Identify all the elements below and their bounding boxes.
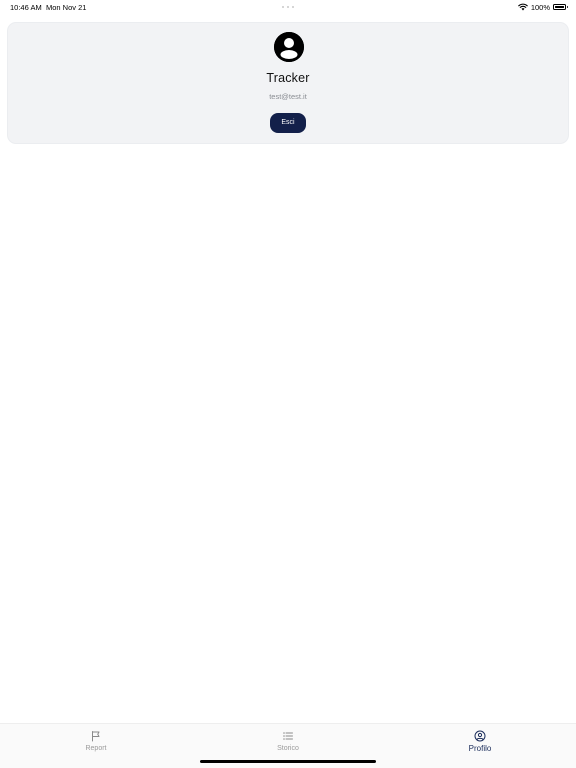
list-icon [282,730,294,742]
multitasking-dots-icon[interactable] [282,6,294,8]
battery-percentage: 100% [530,2,550,12]
status-indicators: 100% [518,2,568,12]
tab-label: Profilo [468,744,492,753]
profile-email: test@test.it [269,92,307,101]
tab-label: Storico [277,745,299,752]
home-indicator[interactable] [200,760,376,763]
logout-button[interactable]: Esci [270,113,306,133]
profile-screen: 10:46 AM Mon Nov 21 100% Tracker test@te… [0,0,576,768]
user-circle-icon [474,730,486,742]
battery-icon [553,4,568,10]
profile-card: Tracker test@test.it Esci [7,22,569,144]
status-date: Mon Nov 21 [46,3,87,12]
battery-fill [555,6,564,8]
profile-name: Tracker [266,71,310,85]
tab-profilo[interactable]: Profilo [384,724,576,760]
status-time: 10:46 AM [10,3,42,12]
tab-report[interactable]: Report [0,724,192,760]
tab-storico[interactable]: Storico [192,724,384,760]
flag-icon [90,730,102,742]
wifi-icon [518,3,528,11]
tab-label: Report [85,745,107,752]
user-circle-icon [274,32,304,62]
status-bar: 10:46 AM Mon Nov 21 100% [0,0,576,14]
